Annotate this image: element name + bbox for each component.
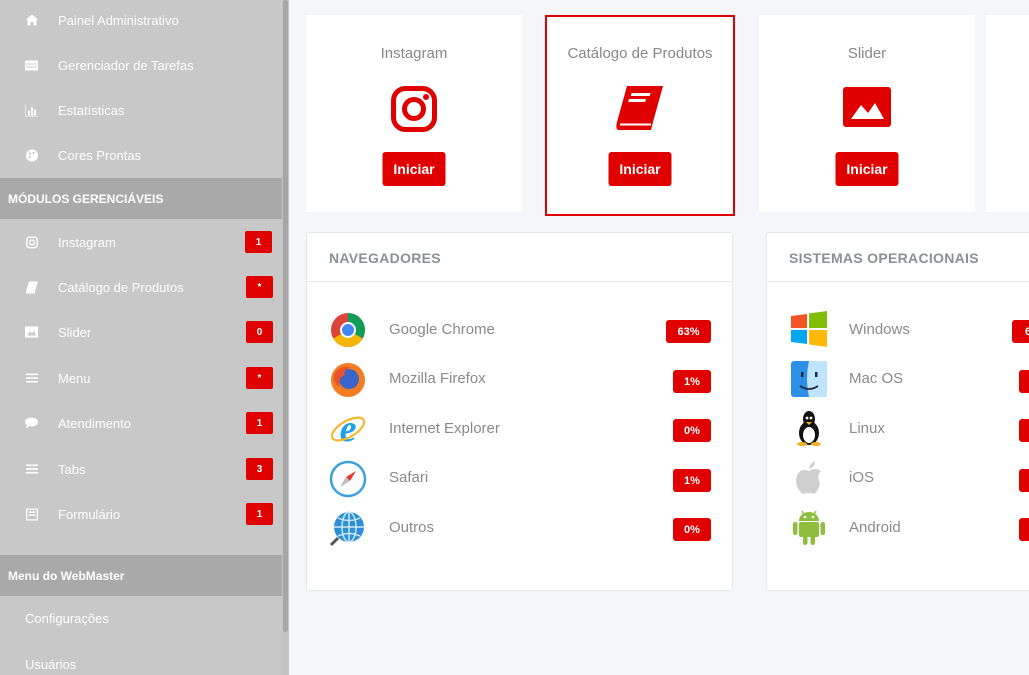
sidebar-item-label: Painel Administrativo [58,12,179,28]
row-label: Android [849,519,901,536]
sidebar-item-tarefas[interactable]: Gerenciador de Tarefas [0,45,282,85]
book-icon [615,84,665,132]
globe-icon [329,509,367,547]
row-label: Mac OS [849,370,904,387]
sidebar-item-menu[interactable]: Menu * [0,358,282,398]
start-button-catalogo[interactable]: Iniciar [608,152,672,186]
percent-badge: 63% [666,320,711,343]
row-label: Safari [389,469,429,486]
os-panel: SISTEMAS OPERACIONAIS Windows 6 Mac OS L… [766,232,1029,591]
sidebar: Painel Administrativo Gerenciador de Tar… [0,0,289,675]
chrome-icon [329,311,367,349]
sidebar-item-label: Catálogo de Produtos [58,279,184,295]
percent-badge: 0% [673,518,711,541]
chat-icon [25,417,38,430]
module-title: Slider [847,45,887,62]
sidebar-item-usuarios[interactable]: Usuários [25,657,76,672]
sidebar-item-label: Formulário [58,506,121,522]
palette-icon [25,149,38,162]
count-badge: 1 [246,412,273,434]
browsers-panel: NAVEGADORES Google Chrome 63% Mozilla Fi… [306,232,733,591]
form-icon [25,508,38,521]
home-icon [25,14,38,27]
list-icon [25,463,38,476]
image-icon [843,87,891,127]
instagram-icon [391,86,437,132]
chart-icon [25,104,38,117]
divider [307,281,732,282]
sidebar-item-formulario[interactable]: Formulário 1 [0,494,282,534]
percent-badge [1019,518,1029,541]
module-card-instagram: Instagram Iniciar [306,15,522,212]
sidebar-item-catalogo[interactable]: Catálogo de Produtos * [0,267,282,307]
sidebar-item-label: Gerenciador de Tarefas [58,57,194,73]
start-button-slider[interactable]: Iniciar [835,152,899,186]
sidebar-item-label: Slider [58,324,92,340]
apple-icon [793,460,831,498]
firefox-icon [329,361,367,399]
sidebar-item-label: Cores Prontas [58,147,142,163]
percent-badge [1019,419,1029,442]
module-title: Instagram [380,45,448,62]
module-title: Catálogo de Produtos [567,45,713,62]
panel-title: SISTEMAS OPERACIONAIS [789,250,979,266]
sidebar-item-slider[interactable]: Slider 0 [0,312,282,352]
count-badge: 3 [246,458,273,480]
count-badge: 1 [246,503,273,525]
sidebar-item-atendimento[interactable]: Atendimento 1 [0,403,282,443]
sidebar-item-label: Tabs [58,461,86,477]
instagram-icon [25,236,38,249]
row-label: Linux [849,420,885,437]
count-badge: * [246,276,273,298]
svg-text:e: e [340,410,357,448]
percent-badge: 6 [1012,320,1029,343]
scrollbar-thumb[interactable] [283,0,288,632]
android-icon [793,509,831,547]
sidebar-item-instagram[interactable]: Instagram 1 [0,222,282,262]
row-label: iOS [849,469,875,486]
percent-badge [1019,370,1029,393]
sidebar-item-cores[interactable]: Cores Prontas [0,135,282,175]
book-icon [25,281,38,294]
row-label: Outros [389,519,435,536]
menu-icon [25,372,38,385]
count-badge: 1 [245,231,272,253]
percent-badge: 0% [673,419,711,442]
start-button-instagram[interactable]: Iniciar [382,152,446,186]
sidebar-item-tabs[interactable]: Tabs 3 [0,449,282,489]
row-label: Mozilla Firefox [389,370,486,387]
tasks-icon [25,59,38,72]
safari-icon [329,460,367,498]
linux-icon [791,410,829,448]
image-icon [25,326,38,339]
panel-title: NAVEGADORES [329,250,441,266]
modules-header: MÓDULOS GERENCIÁVEIS [0,178,289,219]
sidebar-item-configuracoes[interactable]: Configurações [25,611,109,626]
divider [767,281,1029,282]
sidebar-item-estatisticas[interactable]: Estatísticas [0,90,282,130]
row-label: Internet Explorer [389,420,500,437]
macos-icon [791,361,829,399]
sidebar-scrollbar[interactable] [282,0,289,675]
row-label: Windows [849,321,910,338]
webmaster-header: Menu do WebMaster [0,555,289,596]
module-card-partial [986,15,1029,212]
ie-icon: e [329,408,367,450]
percent-badge: 1% [673,370,711,393]
percent-badge: 1% [673,469,711,492]
count-badge: * [246,367,273,389]
windows-icon [791,311,829,349]
sidebar-item-label: Atendimento [58,415,131,431]
sidebar-item-label: Menu [58,370,91,386]
sidebar-item-painel[interactable]: Painel Administrativo [0,0,282,40]
count-badge: 0 [246,321,273,343]
sidebar-item-label: Estatísticas [58,102,125,118]
module-card-slider: Slider Iniciar [759,15,975,212]
row-label: Google Chrome [389,321,495,338]
module-card-catalogo: Catálogo de Produtos Iniciar [545,15,735,216]
percent-badge [1019,469,1029,492]
sidebar-item-label: Instagram [58,234,116,250]
